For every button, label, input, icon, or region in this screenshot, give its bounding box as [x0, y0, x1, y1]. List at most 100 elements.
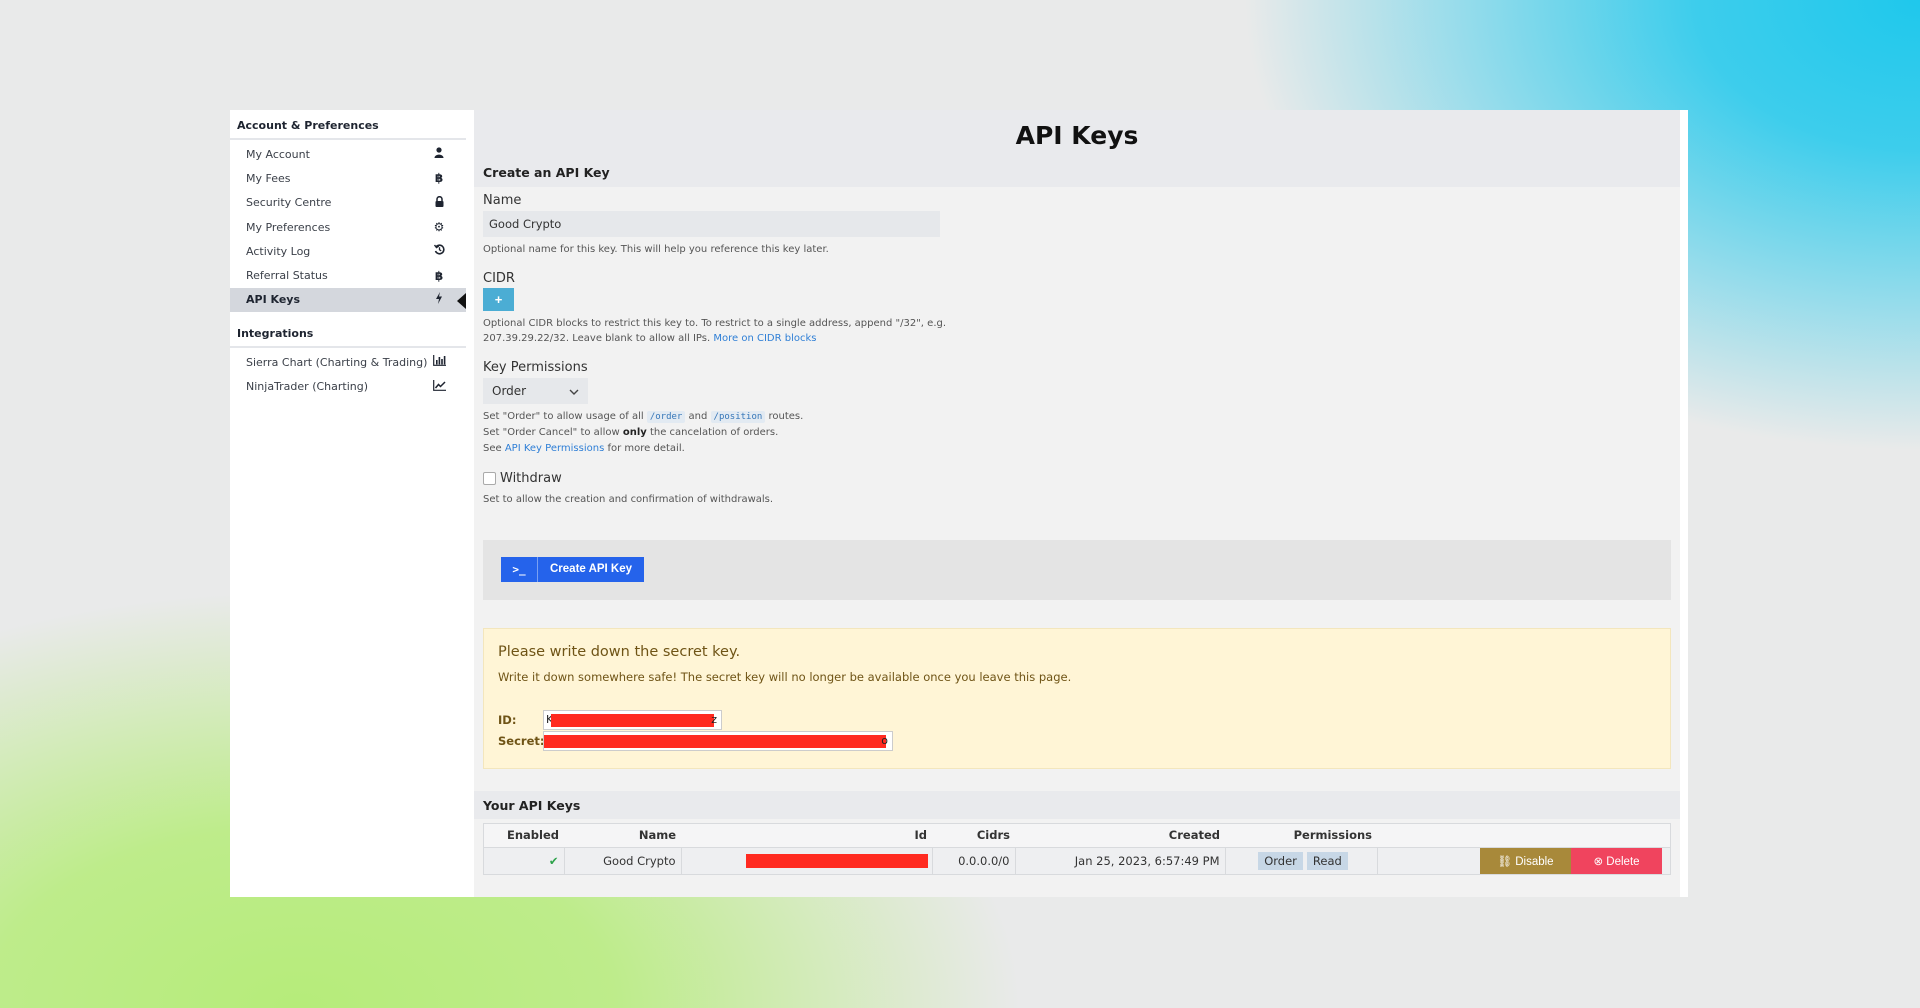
- col-cidrs: Cidrs: [932, 823, 1015, 848]
- withdraw-option[interactable]: Withdraw: [483, 471, 1671, 486]
- permissions-help-line-3: See API Key Permissions for more detail.: [483, 441, 1671, 457]
- sidebar-item-activity-log[interactable]: Activity Log: [230, 239, 466, 263]
- add-cidr-button[interactable]: +: [483, 287, 514, 311]
- main-panel: API Keys Create an API Key Name Optional…: [474, 110, 1680, 897]
- cidr-help-text: 207.39.29.22/32. Leave blank to allow al…: [483, 333, 711, 344]
- name-input[interactable]: [483, 211, 940, 237]
- cidr-help: Optional CIDR blocks to restrict this ke…: [483, 316, 1671, 347]
- secret-key-warning: Please write down the secret key. Write …: [483, 627, 1671, 769]
- help-text-bold: only: [622, 427, 647, 438]
- help-text: See: [483, 442, 502, 454]
- bitcoin-icon: ฿: [434, 171, 444, 186]
- chevron-down-icon: [569, 384, 579, 398]
- api-key-permissions-link[interactable]: API Key Permissions: [505, 443, 604, 454]
- settings-card: Account & Preferences My Account My Fees…: [230, 110, 1688, 897]
- id-label: ID:: [498, 712, 517, 727]
- user-icon: [431, 147, 447, 161]
- sidebar-item-referral-status[interactable]: Referral Status ฿: [230, 263, 466, 287]
- unlink-icon: ⛓: [1497, 856, 1516, 868]
- sidebar-item-label: My Fees: [246, 171, 291, 185]
- disable-key-button[interactable]: ⛓ Disable: [1480, 848, 1571, 874]
- permission-badge: Read: [1306, 852, 1348, 870]
- code-order-route: /order: [646, 410, 686, 423]
- secret-row: Secret: o: [498, 730, 1656, 751]
- help-text: Set "Order Cancel" to allow: [483, 427, 620, 438]
- check-icon: ✔: [548, 854, 559, 868]
- delete-key-button[interactable]: ⊗ Delete: [1571, 848, 1662, 874]
- create-api-key-form: Name Optional name for this key. This wi…: [474, 187, 1680, 508]
- secret-field[interactable]: o: [543, 730, 893, 751]
- table-row: ✔ Good Crypto 0.0.0.0/0 Jan 25, 2023, 6:…: [484, 847, 1670, 874]
- help-text: routes.: [768, 410, 804, 422]
- cidr-blocks-link[interactable]: More on CIDR blocks: [713, 333, 816, 344]
- lock-icon: [431, 195, 447, 210]
- sidebar-section-integrations: Integrations: [230, 318, 466, 349]
- help-text: Set "Order" to allow usage of all: [483, 410, 644, 422]
- create-section-title: Create an API Key: [474, 160, 1680, 187]
- secret-label: Secret:: [498, 733, 545, 748]
- permissions-help: Set "Order" to allow usage of all /order…: [483, 409, 1671, 457]
- created-cell: Jan 25, 2023, 6:57:49 PM: [1014, 847, 1225, 874]
- redaction-bar: [551, 713, 714, 727]
- cidr-label: CIDR: [483, 270, 515, 286]
- page-header: API Keys: [474, 110, 1680, 160]
- redaction-bar: [745, 854, 928, 868]
- table-header-row: Enabled Name Id Cidrs Created Permission…: [484, 823, 1670, 848]
- sidebar-item-label: Activity Log: [246, 244, 311, 258]
- gear-icon: ⚙: [433, 220, 445, 235]
- key-permissions-select[interactable]: Order: [483, 377, 588, 404]
- create-actions-panel: >_ Create API Key: [483, 539, 1671, 600]
- col-id: Id: [681, 823, 932, 848]
- col-permissions: Permissions: [1225, 823, 1377, 848]
- sidebar-item-label: Security Centre: [246, 196, 332, 210]
- name-cell: Good Crypto: [563, 847, 681, 874]
- cidrs-cell: 0.0.0.0/0: [931, 847, 1015, 874]
- terminal-icon: >_: [501, 556, 538, 582]
- api-keys-table: Enabled Name Id Cidrs Created Permission…: [483, 822, 1671, 875]
- delete-label: Delete: [1606, 856, 1640, 868]
- sidebar-item-sierra-chart[interactable]: Sierra Chart (Charting & Trading): [230, 350, 466, 374]
- active-indicator-caret: [457, 292, 466, 309]
- sidebar-item-api-keys[interactable]: API Keys: [230, 287, 466, 313]
- sidebar-item-label: Sierra Chart (Charting & Trading): [246, 355, 428, 369]
- key-permissions-value: Order: [492, 383, 527, 398]
- help-text: for more detail.: [607, 442, 685, 454]
- permissions-cell: Order Read: [1224, 847, 1377, 874]
- col-name: Name: [564, 823, 681, 848]
- create-api-key-button[interactable]: >_ Create API Key: [501, 556, 645, 582]
- id-field[interactable]: K z: [543, 709, 722, 730]
- secret-visible-end: o: [881, 734, 888, 747]
- line-chart-icon: [431, 379, 447, 394]
- warning-message: Write it down somewhere safe! The secret…: [498, 669, 1072, 684]
- col-enabled: Enabled: [484, 823, 564, 848]
- cidr-help-line-1: Optional CIDR blocks to restrict this ke…: [483, 317, 947, 329]
- sidebar-item-label: API Keys: [246, 293, 301, 307]
- sidebar-item-label: Referral Status: [246, 269, 328, 283]
- code-position-route: /position: [710, 410, 766, 423]
- sidebar-item-my-account[interactable]: My Account: [230, 142, 466, 166]
- bar-chart-icon: [431, 355, 447, 369]
- delete-circle-icon: ⊗: [1593, 856, 1607, 868]
- create-api-key-label: Create API Key: [550, 563, 633, 575]
- key-permissions-label: Key Permissions: [483, 359, 588, 375]
- bitcoin-icon: ฿: [434, 268, 444, 283]
- id-row: ID: K z: [498, 709, 1656, 730]
- col-created: Created: [1015, 823, 1225, 848]
- sidebar-item-my-preferences[interactable]: My Preferences ⚙: [230, 215, 466, 239]
- enabled-cell: ✔: [484, 847, 564, 874]
- withdraw-checkbox[interactable]: [483, 472, 496, 485]
- cidr-help-line-2: 207.39.29.22/32. Leave blank to allow al…: [483, 331, 1671, 347]
- sidebar-item-security-centre[interactable]: Security Centre: [230, 191, 466, 215]
- disable-label: Disable: [1515, 856, 1554, 868]
- sidebar-item-my-fees[interactable]: My Fees ฿: [230, 166, 466, 190]
- permission-badge: Order: [1258, 852, 1303, 870]
- withdraw-help: Set to allow the creation and confirmati…: [483, 494, 774, 505]
- permissions-help-line-1: Set "Order" to allow usage of all /order…: [483, 409, 1671, 426]
- history-icon: [431, 244, 447, 258]
- sidebar-item-label: My Preferences: [246, 220, 331, 234]
- your-api-keys-title: Your API Keys: [474, 790, 1680, 819]
- sidebar-section-account: Account & Preferences: [230, 110, 466, 140]
- name-label: Name: [483, 193, 522, 208]
- page-title: API Keys: [1015, 120, 1139, 150]
- sidebar-item-ninjatrader[interactable]: NinjaTrader (Charting): [230, 374, 466, 398]
